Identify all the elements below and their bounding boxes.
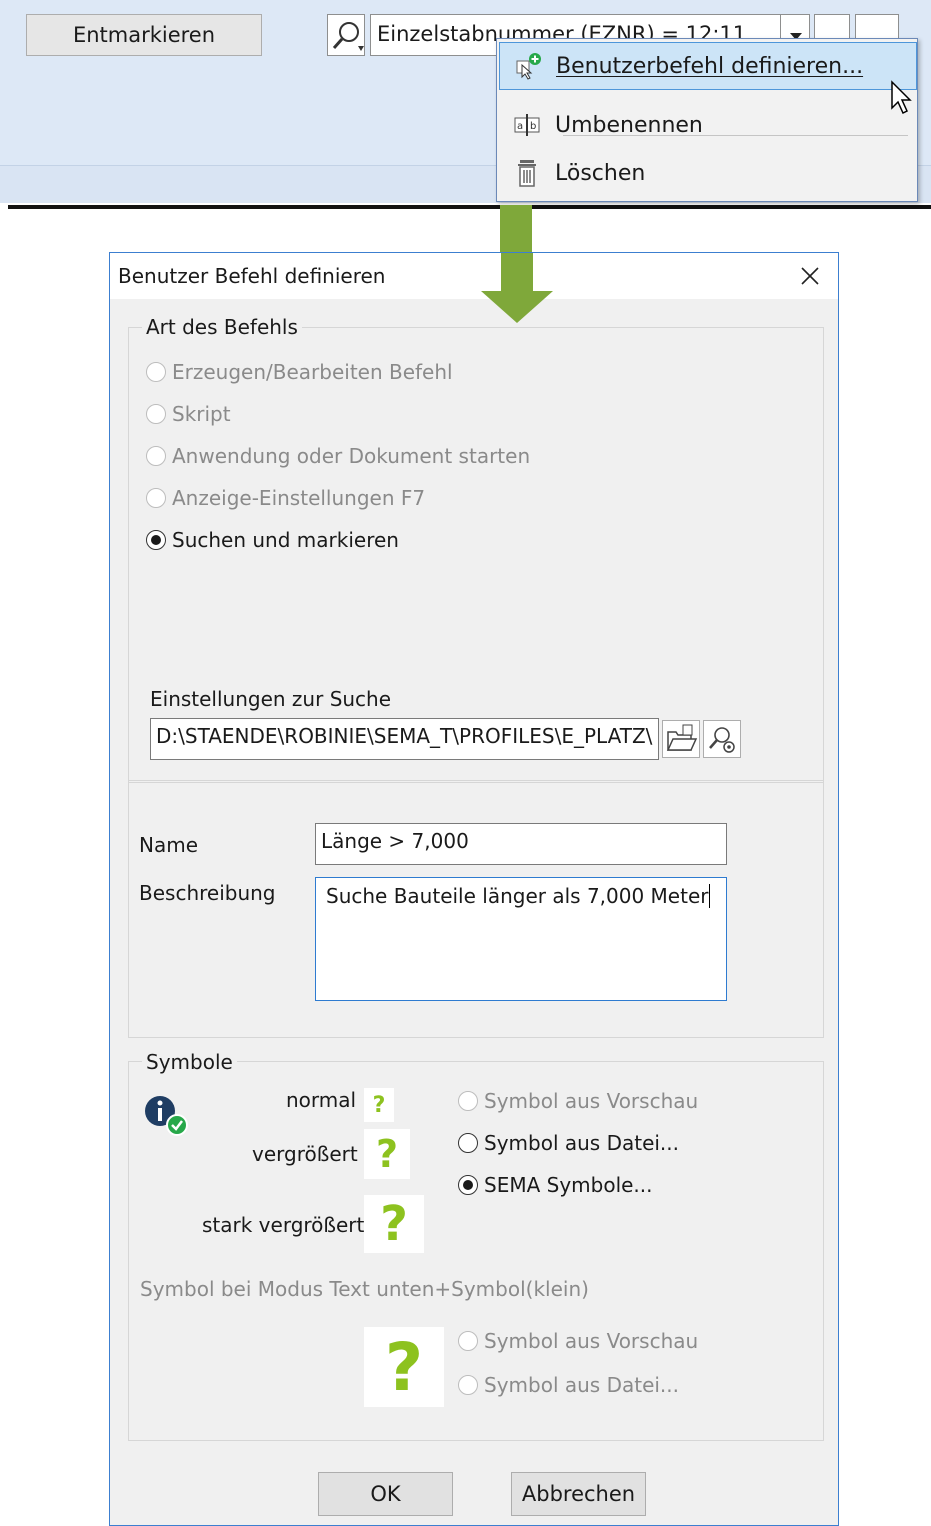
menu-item-define-command-label: Benutzerbefehl definieren... bbox=[556, 53, 864, 79]
radio-text-mode-from-file[interactable]: Symbol aus Datei... bbox=[458, 1373, 679, 1397]
cancel-button-label: Abbrechen bbox=[521, 1482, 636, 1506]
radio-start-app-label: Anwendung oder Dokument starten bbox=[172, 444, 531, 468]
radio-button-selected bbox=[458, 1175, 478, 1195]
search-settings-path-field[interactable]: D:\STAENDE\ROBINIE\SEMA_T\PROFILES\E_PLA… bbox=[150, 718, 659, 760]
unmark-button-label: Entmarkieren bbox=[72, 23, 216, 47]
context-menu: Benutzerbefehl definieren... a b Umbenen… bbox=[496, 38, 918, 202]
search-settings-icon[interactable] bbox=[703, 720, 741, 758]
svg-text:a: a bbox=[517, 121, 523, 132]
radio-button-selected bbox=[146, 530, 166, 550]
symbol-normal-preview-icon: ? bbox=[364, 1088, 394, 1122]
text-mode-symbol-label: Symbol bei Modus Text unten+Symbol(klein… bbox=[140, 1277, 589, 1301]
radio-script-label: Skript bbox=[172, 402, 231, 426]
trash-icon bbox=[499, 157, 555, 189]
radio-button bbox=[458, 1133, 478, 1153]
text-cursor bbox=[709, 884, 711, 908]
search-settings-label: Einstellungen zur Suche bbox=[150, 687, 392, 711]
symbol-enlarged-preview-icon: ? bbox=[364, 1129, 410, 1179]
radio-start-app[interactable]: Anwendung oder Dokument starten bbox=[146, 444, 530, 468]
radio-symbol-from-file-label: Symbol aus Datei... bbox=[484, 1131, 679, 1155]
symbol-enlarged-label: vergrößert bbox=[252, 1142, 358, 1166]
unmark-button[interactable]: Entmarkieren bbox=[26, 14, 262, 56]
symbol-glyph: ? bbox=[375, 1132, 399, 1176]
mouse-cursor-icon bbox=[890, 80, 916, 116]
description-field[interactable]: Suche Bauteile länger als 7,000 Meter bbox=[315, 877, 727, 1001]
symbol-glyph: ? bbox=[384, 1328, 424, 1406]
radio-text-mode-from-file-label: Symbol aus Datei... bbox=[484, 1373, 679, 1397]
search-settings-path-value: D:\STAENDE\ROBINIE\SEMA_T\PROFILES\E_PLA… bbox=[156, 724, 653, 748]
radio-text-mode-from-preview-label: Symbol aus Vorschau bbox=[484, 1329, 699, 1353]
radio-symbol-from-preview-label: Symbol aus Vorschau bbox=[484, 1089, 699, 1113]
radio-script[interactable]: Skript bbox=[146, 402, 231, 426]
radio-display-settings-label: Anzeige-Einstellungen F7 bbox=[172, 486, 426, 510]
cancel-button[interactable]: Abbrechen bbox=[511, 1472, 646, 1516]
symbol-strongly-enlarged-preview-icon: ? bbox=[364, 1195, 424, 1253]
symbol-glyph: ? bbox=[372, 1092, 386, 1118]
menu-item-delete[interactable]: Löschen bbox=[499, 150, 915, 196]
command-type-caption: Art des Befehls bbox=[142, 315, 302, 339]
menu-item-rename[interactable]: a b Umbenennen bbox=[499, 102, 915, 148]
radio-symbol-from-file[interactable]: Symbol aus Datei... bbox=[458, 1131, 679, 1155]
radio-button bbox=[146, 446, 166, 466]
define-command-dialog: Benutzer Befehl definieren Art des Befeh… bbox=[109, 252, 839, 1526]
radio-create-edit-label: Erzeugen/Bearbeiten Befehl bbox=[172, 360, 453, 384]
dialog-titlebar: Benutzer Befehl definieren bbox=[110, 253, 838, 299]
info-check-icon bbox=[144, 1093, 190, 1139]
radio-search-mark-label: Suchen und markieren bbox=[172, 528, 399, 552]
radio-button bbox=[146, 488, 166, 508]
description-field-value: Suche Bauteile länger als 7,000 Meter bbox=[326, 884, 709, 908]
radio-sema-symbols-label: SEMA Symbole... bbox=[484, 1173, 653, 1197]
radio-button bbox=[458, 1091, 478, 1111]
radio-create-edit[interactable]: Erzeugen/Bearbeiten Befehl bbox=[146, 360, 453, 384]
radio-search-mark[interactable]: Suchen und markieren bbox=[146, 528, 399, 552]
radio-button bbox=[458, 1331, 478, 1351]
arrow-tip bbox=[479, 253, 555, 326]
dialog-title: Benutzer Befehl definieren bbox=[118, 264, 386, 288]
name-label: Name bbox=[139, 833, 199, 857]
menu-item-delete-label: Löschen bbox=[555, 160, 646, 186]
rename-icon: a b bbox=[499, 110, 555, 140]
menu-item-rename-label: Umbenennen bbox=[555, 112, 703, 138]
name-field[interactable]: Länge > 7,000 bbox=[315, 823, 727, 865]
add-command-icon bbox=[500, 51, 556, 81]
search-icon[interactable] bbox=[327, 14, 365, 56]
description-label: Beschreibung bbox=[139, 881, 276, 905]
menu-item-define-command[interactable]: Benutzerbefehl definieren... bbox=[499, 42, 917, 90]
symbol-normal-label: normal bbox=[286, 1088, 357, 1112]
symbols-caption: Symbole bbox=[142, 1050, 237, 1074]
text-mode-symbol-preview-icon: ? bbox=[364, 1327, 444, 1407]
radio-symbol-from-preview[interactable]: Symbol aus Vorschau bbox=[458, 1089, 698, 1113]
symbol-glyph: ? bbox=[380, 1196, 408, 1252]
symbol-strongly-enlarged-label: stark vergrößert bbox=[202, 1213, 365, 1237]
ok-button-label: OK bbox=[370, 1482, 401, 1506]
radio-text-mode-from-preview[interactable]: Symbol aus Vorschau bbox=[458, 1329, 698, 1353]
radio-button bbox=[146, 404, 166, 424]
ok-button[interactable]: OK bbox=[318, 1472, 453, 1516]
radio-sema-symbols[interactable]: SEMA Symbole... bbox=[458, 1173, 653, 1197]
radio-button bbox=[146, 362, 166, 382]
command-type-group bbox=[128, 327, 824, 783]
divider-line bbox=[8, 205, 931, 209]
radio-display-settings[interactable]: Anzeige-Einstellungen F7 bbox=[146, 486, 425, 510]
name-field-value: Länge > 7,000 bbox=[321, 829, 469, 853]
svg-text:b: b bbox=[530, 121, 536, 132]
radio-button bbox=[458, 1375, 478, 1395]
close-icon[interactable] bbox=[790, 259, 830, 293]
open-folder-icon[interactable] bbox=[662, 720, 700, 758]
